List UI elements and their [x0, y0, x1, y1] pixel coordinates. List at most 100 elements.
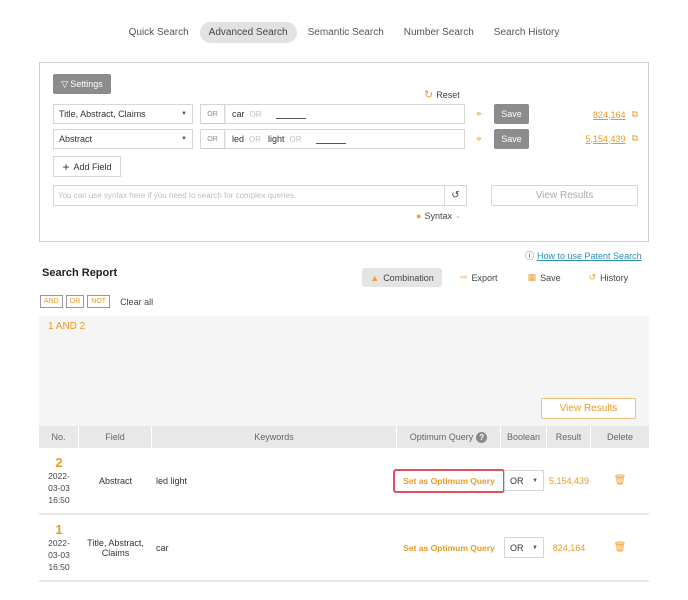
add-field-label: Add Field [73, 161, 112, 172]
add-field-button[interactable]: + Add Field [53, 156, 121, 177]
keyword-blank-input[interactable] [275, 110, 306, 119]
and-button[interactable]: AND [40, 295, 63, 308]
row-date-line: 2022- [48, 470, 70, 481]
export-icon: ⇨ [460, 272, 468, 282]
external-link-icon[interactable]: ⧉ [632, 109, 638, 120]
set-optimum-query-button[interactable]: Set as Optimum Query [395, 538, 503, 558]
keyword-chip: car [232, 109, 245, 119]
row-number-cell: 1 2022- 03-03 16:50 [39, 515, 79, 580]
not-button[interactable]: NOT [87, 295, 111, 308]
keyword-blank-input[interactable] [315, 135, 346, 144]
help-link-text[interactable]: How to use Patent Search [537, 251, 642, 261]
lightbulb-icon: ● [416, 211, 422, 221]
export-button[interactable]: ⇨ Export [452, 268, 506, 287]
clear-all-button[interactable]: Clear all [120, 297, 153, 307]
view-combination-results-button[interactable]: View Results [541, 398, 636, 419]
save-field-button[interactable]: Save [494, 129, 529, 149]
result-count-link[interactable]: 5,154,439 [586, 134, 626, 144]
report-title: Search Report [42, 267, 118, 279]
trash-icon[interactable]: 🗑 [614, 475, 627, 486]
row-number: 1 [55, 521, 63, 537]
save-report-button[interactable]: ▦ Save [520, 268, 569, 287]
row-date-line: 03-03 [48, 549, 70, 560]
row-result[interactable]: 824,164 [553, 542, 586, 554]
keyword-chip: light [268, 134, 285, 144]
history-button[interactable]: ↺ History [581, 268, 637, 287]
advanced-search-panel: ▽ Settings ↻ Reset Title, Abstract, Clai… [39, 62, 649, 242]
search-mode-tabs: Quick Search Advanced Search Semantic Se… [0, 22, 688, 43]
settings-button[interactable]: ▽ Settings [53, 74, 111, 94]
row-date-line: 16:50 [48, 561, 70, 572]
tab-number-search[interactable]: Number Search [395, 22, 483, 43]
syntax-label: Syntax [424, 211, 452, 221]
reset-button[interactable]: ↻ Reset [424, 88, 460, 101]
save-icon: ▦ [527, 272, 537, 282]
history-label: History [600, 272, 629, 283]
help-icon[interactable]: ? [476, 431, 488, 443]
operator-toggle[interactable]: OR [201, 105, 225, 123]
header-delete: Delete [606, 432, 633, 442]
field-select-value: Title, Abstract, Claims [59, 109, 146, 119]
caret-down-icon: ▼ [181, 111, 187, 117]
row-optimum-cell: Set as Optimum Query [397, 515, 501, 580]
set-optimum-query-button[interactable]: Set as Optimum Query [393, 468, 505, 493]
expand-icon[interactable]: ⌖ [473, 109, 485, 120]
boolean-select[interactable]: OR ▼ [504, 537, 544, 558]
row-date-line: 03-03 [48, 482, 70, 493]
row-boolean-cell: OR ▼ [501, 515, 547, 580]
tab-advanced-search[interactable]: Advanced Search [199, 22, 297, 43]
combination-query-area[interactable]: 1 AND 2 View Results [39, 316, 649, 426]
row-boolean-cell: OR ▼ [501, 448, 547, 513]
field-result-count[interactable]: 824,164 ⧉ [593, 109, 638, 120]
trash-icon[interactable]: 🗑 [614, 542, 627, 553]
keyword-joiner: OR [249, 134, 262, 144]
or-button[interactable]: OR [65, 295, 85, 308]
tab-quick-search[interactable]: Quick Search [120, 22, 198, 43]
tab-semantic-search[interactable]: Semantic Search [299, 22, 393, 43]
caret-down-icon: ▼ [181, 136, 187, 142]
row-result-cell: 824,164 [547, 515, 591, 580]
header-result: Result [547, 426, 591, 448]
header-keywords: Keywords [152, 426, 397, 448]
field-select[interactable]: Abstract ▼ [53, 129, 193, 149]
info-icon: ⓘ [525, 251, 535, 261]
row-delete-cell: 🗑 [591, 448, 649, 513]
table-row: 2 2022- 03-03 16:50 Abstract led light S… [39, 448, 649, 515]
row-keywords: car [156, 542, 169, 553]
boolean-select-value: OR [510, 475, 524, 486]
field-result-count[interactable]: 5,154,439 ⧉ [586, 133, 638, 144]
combination-button[interactable]: ▲ Combination [362, 268, 442, 287]
row-result[interactable]: 5,154,439 [549, 475, 589, 487]
report-actions: ▲ Combination ⇨ Export ▦ Save ↺ History [362, 268, 636, 287]
filter-icon: ▽ [61, 78, 69, 89]
table-row: 1 2022- 03-03 16:50 Title, Abstract, Cla… [39, 515, 649, 582]
syntax-placeholder: You can use syntax here if you need to s… [58, 191, 297, 200]
field-select-value: Abstract [59, 134, 93, 144]
save-field-button[interactable]: Save [494, 104, 529, 124]
save-label: Save [540, 272, 561, 283]
result-count-link[interactable]: 824,164 [593, 110, 626, 120]
search-report-table: No. Field Keywords Optimum Query ? Boole… [39, 426, 649, 582]
expand-icon[interactable]: ⌖ [473, 134, 485, 145]
syntax-query-input[interactable]: You can use syntax here if you need to s… [53, 185, 467, 206]
help-link[interactable]: ⓘ How to use Patent Search [525, 249, 642, 262]
boolean-buttons: AND OR NOT Clear all [40, 295, 153, 308]
view-results-button[interactable]: View Results [491, 185, 638, 206]
row-date-line: 2022- [48, 537, 70, 548]
history-icon[interactable]: ↺ [444, 186, 466, 205]
keyword-input[interactable]: OR car OR [200, 104, 465, 124]
keyword-input[interactable]: OR led OR light OR [200, 129, 465, 149]
tab-search-history[interactable]: Search History [485, 22, 569, 43]
header-field: Field [79, 426, 152, 448]
external-link-icon[interactable]: ⧉ [632, 133, 638, 144]
caret-down-icon: ▼ [532, 544, 538, 551]
boolean-select[interactable]: OR ▼ [504, 470, 544, 491]
boolean-select-value: OR [510, 542, 524, 553]
header-no: No. [39, 426, 79, 448]
reset-label: Reset [436, 89, 460, 100]
keyword-joiner: OR [249, 109, 262, 119]
chevron-down-icon: ⌄ [454, 213, 461, 220]
operator-toggle[interactable]: OR [201, 130, 225, 148]
syntax-help-toggle[interactable]: ● Syntax ⌄ [416, 211, 461, 221]
field-select[interactable]: Title, Abstract, Claims ▼ [53, 104, 193, 124]
